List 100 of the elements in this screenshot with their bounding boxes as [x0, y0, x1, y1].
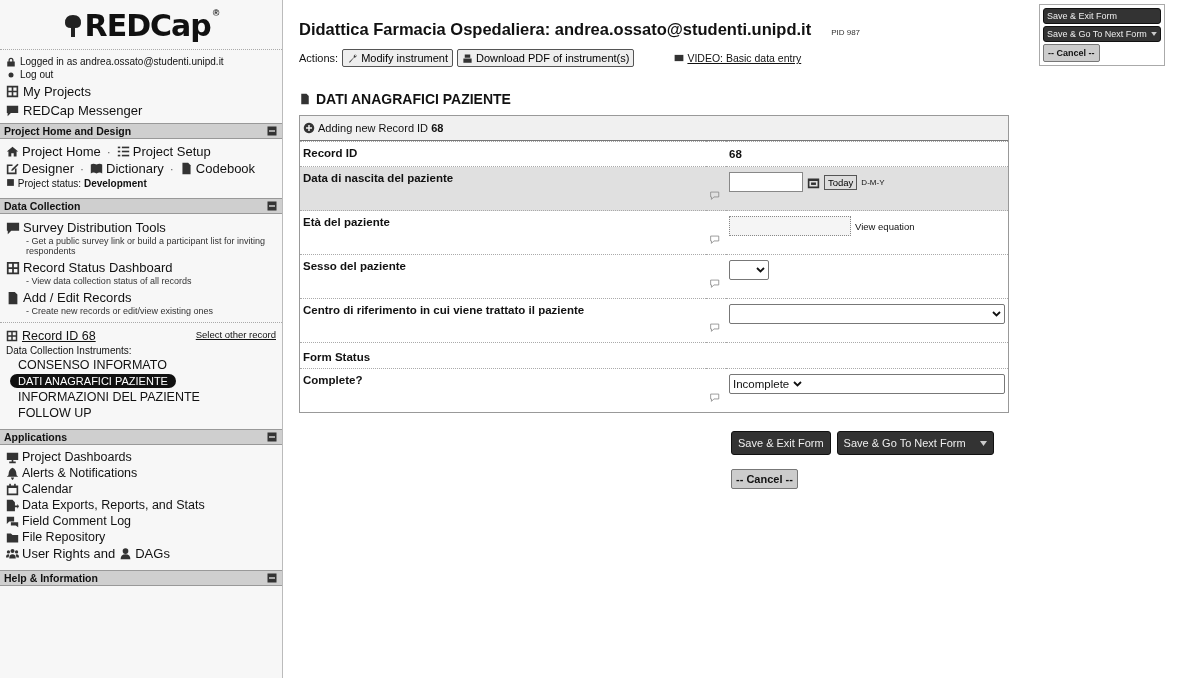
- sidebar-link[interactable]: Alerts & Notifications: [6, 466, 138, 480]
- document-icon: [6, 290, 20, 305]
- caret-icon: [1150, 32, 1157, 36]
- calendar-icon: [6, 482, 19, 496]
- view-equation-link[interactable]: View equation: [855, 220, 915, 232]
- sidebar-link[interactable]: Field Comment Log: [6, 514, 132, 528]
- instrument-link[interactable]: CONSENSO INFORMATO: [10, 358, 175, 372]
- form-title: DATI ANAGRAFICI PAZIENTE: [316, 91, 511, 107]
- video-link[interactable]: VIDEO: Basic data entry: [674, 52, 802, 64]
- separator-dot: ·: [169, 161, 174, 176]
- comments-icon: [6, 514, 19, 528]
- sidebar-link[interactable]: Project Setup: [116, 144, 211, 159]
- sidebar-link[interactable]: Project Dashboards: [6, 450, 132, 464]
- folder-icon: [6, 530, 19, 544]
- sidebar-link[interactable]: Survey Distribution Tools: [6, 220, 166, 235]
- caret-icon: [756, 267, 765, 273]
- wrench-icon: [347, 52, 359, 64]
- instrument-link[interactable]: DATI ANAGRAFICI PAZIENTE: [10, 374, 176, 388]
- sidebar-link[interactable]: User Rights and: [6, 546, 116, 561]
- chat-icon: [6, 220, 20, 235]
- dropdown[interactable]: [729, 260, 769, 280]
- save-button[interactable]: Save & Exit Form: [731, 431, 831, 455]
- link-description: - Get a public survey link or build a participant list for inviting respondents: [25, 236, 267, 258]
- form-header: Adding new Record ID 68: [318, 122, 444, 134]
- sidebar-link[interactable]: Designer: [6, 161, 75, 176]
- separator-dot: ·: [80, 161, 85, 176]
- tree-icon: [62, 13, 83, 38]
- project-id: PID 987: [831, 28, 861, 37]
- caret-icon: [793, 381, 803, 387]
- link-description: - View data collection status of all records: [25, 276, 193, 288]
- sidebar-link[interactable]: Codebook: [179, 161, 256, 176]
- logged-in-text: Logged in as andrea.ossato@studenti.unipd.it: [20, 56, 224, 67]
- caret-icon: [992, 311, 1001, 317]
- date-field[interactable]: [729, 172, 803, 192]
- chat-icon: [6, 104, 19, 117]
- field-label: Record ID: [303, 147, 358, 159]
- grid-icon: [6, 330, 18, 342]
- section-title: Help & Information: [4, 572, 98, 584]
- sidebar-link[interactable]: Record Status Dashboard: [6, 260, 173, 275]
- field-label: Sesso del paziente: [303, 260, 406, 272]
- sidebar-link[interactable]: Dictionary: [90, 161, 164, 176]
- pencil-icon: [6, 162, 19, 175]
- logout-link[interactable]: Log out: [20, 69, 54, 80]
- bell-icon: [6, 466, 19, 480]
- person-icon: [119, 547, 133, 560]
- square-icon: [6, 178, 15, 187]
- field-label: Centro di riferimento in cui viene trattato il paziente: [303, 304, 585, 316]
- section-title: Project Home and Design: [4, 125, 132, 137]
- field-label: Complete?: [303, 374, 363, 386]
- house-icon: [6, 145, 19, 158]
- lock-icon: [6, 56, 16, 67]
- cancel-button[interactable]: -- Cancel --: [1043, 44, 1100, 62]
- add-icon: [303, 122, 315, 134]
- logo-text: REDCap: [84, 8, 211, 43]
- sidebar-link[interactable]: File Repository: [6, 530, 106, 544]
- project-status: Project status: Development: [6, 178, 147, 189]
- record-link[interactable]: Record ID 68: [6, 329, 96, 343]
- save-button[interactable]: Save & Go To Next Form: [1043, 26, 1161, 42]
- separator-dot: ·: [106, 144, 111, 159]
- sidebar-link[interactable]: Calendar: [6, 482, 73, 496]
- field-label: Età del paziente: [303, 216, 390, 228]
- monitor-icon: [6, 450, 19, 464]
- sidebar-link[interactable]: Add / Edit Records: [6, 290, 132, 305]
- sidebar-link[interactable]: Data Exports, Reports, and Stats: [6, 498, 205, 512]
- sidebar-link[interactable]: DAGs: [119, 546, 170, 561]
- calendar-icon: [807, 175, 820, 189]
- project-title: Didattica Farmacia Ospedaliera: andrea.ossato@studenti.unipd.it: [299, 20, 812, 39]
- select-record-link[interactable]: Select other record: [195, 329, 276, 343]
- grid-icon: [6, 85, 19, 98]
- instrument-link[interactable]: FOLLOW UP: [10, 406, 100, 420]
- action-button[interactable]: Modify instrument: [342, 49, 453, 67]
- list-icon: [116, 145, 130, 158]
- section-title: Data Collection: [4, 200, 81, 212]
- save-button[interactable]: Save & Exit Form: [1043, 8, 1161, 24]
- sidebar-link[interactable]: Project Home: [6, 144, 101, 159]
- export-icon: [6, 498, 19, 512]
- collapse-icon: [266, 431, 278, 443]
- cancel-button[interactable]: -- Cancel --: [731, 469, 798, 489]
- dropdown[interactable]: Incomplete: [729, 374, 1005, 394]
- action-button[interactable]: Download PDF of instrument(s): [456, 49, 635, 67]
- grid-icon: [6, 260, 20, 275]
- sidebar-link[interactable]: My Projects: [23, 84, 91, 99]
- collapse-icon: [266, 200, 278, 212]
- field-label: Data di nascita del paziente: [303, 172, 454, 184]
- registered-mark: ®: [212, 8, 220, 18]
- form-icon: [299, 93, 311, 105]
- people-icon: [6, 547, 19, 560]
- instruments-caption: Data Collection Instruments:: [6, 345, 132, 356]
- instrument-link[interactable]: INFORMAZIONI DEL PAZIENTE: [10, 390, 208, 404]
- printer-icon: [461, 52, 473, 64]
- actions-label: Actions:: [299, 52, 339, 64]
- caret-icon: [979, 440, 987, 446]
- sidebar-link[interactable]: REDCap Messenger: [23, 103, 143, 118]
- section-label: Form Status: [303, 351, 371, 363]
- collapse-icon: [266, 572, 278, 584]
- dropdown[interactable]: [729, 304, 1005, 324]
- today-button[interactable]: Today: [824, 174, 858, 190]
- save-button[interactable]: Save & Go To Next Form: [836, 431, 994, 455]
- record-id-value: 68: [729, 148, 742, 160]
- section-title: Applications: [4, 431, 67, 443]
